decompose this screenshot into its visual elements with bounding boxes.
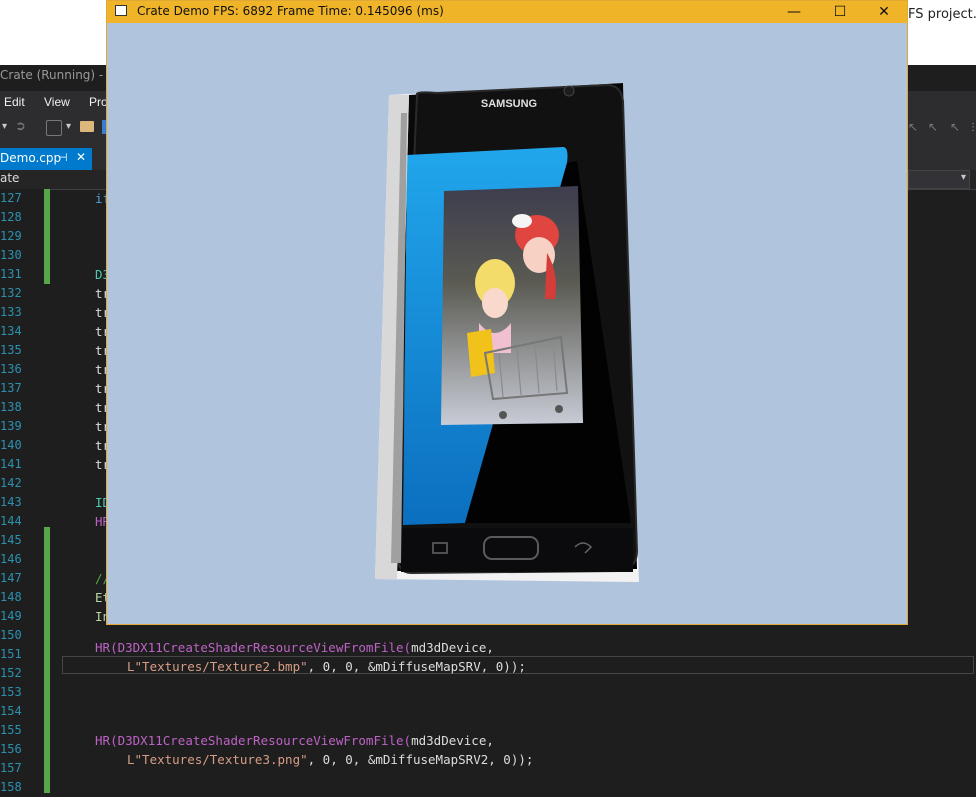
maximize-button[interactable]: ☐ xyxy=(817,1,863,23)
dropdown-arrow-icon[interactable]: ▾ xyxy=(66,121,71,132)
close-button[interactable]: ✕ xyxy=(861,1,907,23)
line-number: 127 xyxy=(0,191,22,205)
code-line-151[interactable]: HR(D3DX11CreateShaderResourceViewFromFil… xyxy=(95,638,494,657)
code-token: , 0, 0, &mDiffuseMapSRV, 0)); xyxy=(307,659,526,674)
line-number: 138 xyxy=(0,400,22,414)
line-number: 150 xyxy=(0,628,22,642)
line-number: 142 xyxy=(0,476,22,490)
line-number: 145 xyxy=(0,533,22,547)
line-number: 151 xyxy=(0,647,22,661)
code-token: L"Textures/Texture2.bmp" xyxy=(127,659,308,674)
menu-view[interactable]: View xyxy=(44,95,70,109)
line-number: 155 xyxy=(0,723,22,737)
vs-window-title: Crate (Running) - M xyxy=(0,68,118,82)
phone-texture: SAMSUNG xyxy=(375,83,639,582)
line-number: 156 xyxy=(0,742,22,756)
crate-demo-window[interactable]: Crate Demo FPS: 6892 Frame Time: 0.14509… xyxy=(106,0,908,625)
code-token: (D3DX11CreateShaderResourceViewFromFile( xyxy=(110,733,412,748)
close-icon: ✕ xyxy=(878,4,890,20)
code-line-152[interactable]: L"Textures/Texture2.bmp", 0, 0, &mDiffus… xyxy=(127,657,526,676)
line-number: 128 xyxy=(0,210,22,224)
dropdown-arrow-icon[interactable]: ▾ xyxy=(2,121,7,132)
code-token: md3dDevice, xyxy=(411,733,494,748)
code-token: (D3DX11CreateShaderResourceViewFromFile( xyxy=(110,640,412,655)
code-token: HR xyxy=(95,640,111,655)
line-number: 137 xyxy=(0,381,22,395)
vs-top-text: FS project. xyxy=(908,7,976,22)
code-token: HR xyxy=(95,733,111,748)
line-number: 133 xyxy=(0,305,22,319)
line-number: 152 xyxy=(0,666,22,680)
figurine-photo xyxy=(441,186,583,425)
step-out-icon[interactable]: ↖ xyxy=(950,120,960,134)
code-line-157[interactable]: L"Textures/Texture3.png", 0, 0, &mDiffus… xyxy=(127,750,533,769)
line-number: 147 xyxy=(0,571,22,585)
line-number: 148 xyxy=(0,590,22,604)
maximize-icon: ☐ xyxy=(833,4,847,20)
open-folder-icon[interactable] xyxy=(80,121,94,132)
new-item-icon[interactable] xyxy=(46,120,62,136)
breakpoint-icon[interactable]: ↖ xyxy=(908,120,918,134)
toolbar-options-icon[interactable]: ⋮ xyxy=(968,122,976,133)
menu-project[interactable]: Pro xyxy=(89,95,108,109)
code-line-156[interactable]: HR(D3DX11CreateShaderResourceViewFromFil… xyxy=(95,731,494,750)
minimize-button[interactable]: — xyxy=(771,1,817,23)
line-number: 130 xyxy=(0,248,22,262)
line-number: 131 xyxy=(0,267,22,281)
line-number: 129 xyxy=(0,229,22,243)
line-number: 154 xyxy=(0,704,22,718)
change-indicator xyxy=(44,527,50,622)
code-token: , 0, 0, &mDiffuseMapSRV2, 0)); xyxy=(307,752,534,767)
phone-brand-label: SAMSUNG xyxy=(481,98,537,110)
code-token: md3dDevice, xyxy=(411,640,494,655)
demo-window-title: Crate Demo FPS: 6892 Frame Time: 0.14509… xyxy=(137,4,444,18)
line-number: 140 xyxy=(0,438,22,452)
line-number: 153 xyxy=(0,685,22,699)
line-number: 158 xyxy=(0,780,22,794)
line-number: 132 xyxy=(0,286,22,300)
navigate-forward-icon[interactable]: ➲ xyxy=(15,119,26,134)
line-number: 144 xyxy=(0,514,22,528)
nav-scope-label[interactable]: ate xyxy=(0,171,19,185)
line-number: 149 xyxy=(0,609,22,623)
demo-title-bar[interactable]: Crate Demo FPS: 6892 Frame Time: 0.14509… xyxy=(107,1,907,23)
minimize-icon: — xyxy=(787,4,801,20)
change-indicator xyxy=(44,622,50,793)
line-number: 143 xyxy=(0,495,22,509)
render-viewport[interactable]: SAMSUNG xyxy=(107,23,907,624)
change-indicator xyxy=(44,189,50,284)
chevron-down-icon: ▾ xyxy=(960,172,966,183)
line-number: 139 xyxy=(0,419,22,433)
line-number: 157 xyxy=(0,761,22,775)
menu-edit[interactable]: Edit xyxy=(4,95,25,109)
rendered-textured-quad: SAMSUNG xyxy=(375,83,639,582)
tab-demo-cpp[interactable]: Demo.cpp ⊣ ✕ xyxy=(0,148,92,170)
pin-icon[interactable]: ⊣ xyxy=(58,151,68,164)
tab-label: Demo.cpp xyxy=(0,151,62,165)
code-token: L"Textures/Texture3.png" xyxy=(127,752,308,767)
line-number: 136 xyxy=(0,362,22,376)
line-number: 134 xyxy=(0,324,22,338)
nav-member-dropdown[interactable]: ▾ xyxy=(908,170,970,189)
line-number: 146 xyxy=(0,552,22,566)
step-icon[interactable]: ↖ xyxy=(928,120,938,134)
line-number: 141 xyxy=(0,457,22,471)
app-window-icon xyxy=(115,5,127,16)
close-icon[interactable]: ✕ xyxy=(76,150,86,164)
line-number: 135 xyxy=(0,343,22,357)
